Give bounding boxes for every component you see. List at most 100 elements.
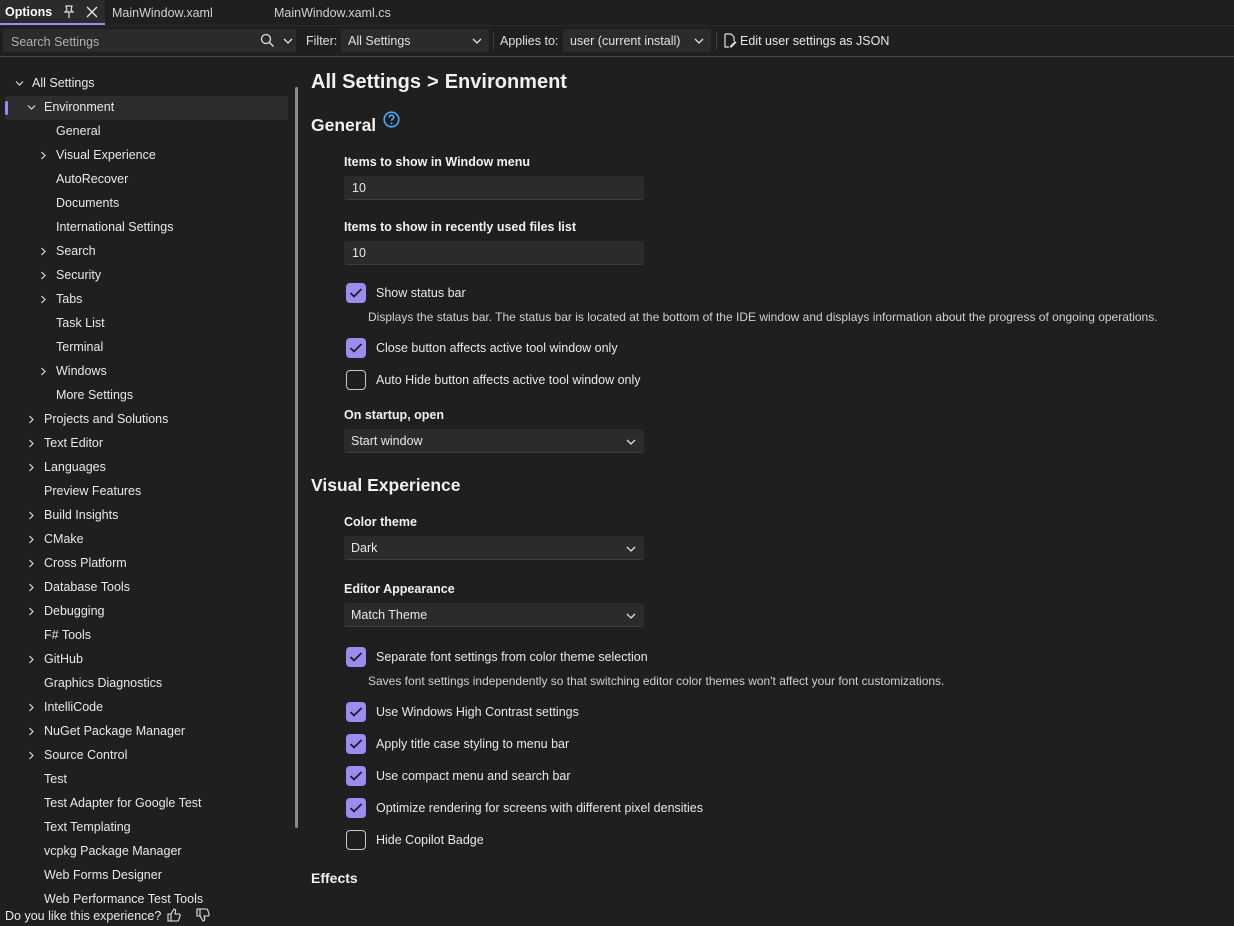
chevron-right-icon[interactable] [27, 607, 36, 616]
tree-item-web-forms-designer[interactable]: Web Forms Designer [44, 864, 162, 887]
thumbs-up-icon[interactable] [167, 908, 181, 922]
tree-item-security[interactable]: Security [56, 264, 101, 287]
tree-item-vcpkg-package-manager[interactable]: vcpkg Package Manager [44, 840, 182, 863]
search-input[interactable] [9, 32, 253, 51]
close-button-label[interactable]: Close button affects active tool window … [376, 341, 618, 355]
high-contrast-checkbox[interactable] [346, 702, 366, 722]
filter-dropdown[interactable]: All Settings [341, 29, 489, 52]
tab-options[interactable]: Options [0, 0, 105, 25]
pin-icon[interactable] [63, 5, 75, 19]
chevron-right-icon[interactable] [27, 439, 36, 448]
tree-item-test[interactable]: Test [44, 768, 67, 791]
chevron-right-icon[interactable] [27, 751, 36, 760]
tree-item-text-templating[interactable]: Text Templating [44, 816, 131, 839]
chevron-right-icon[interactable] [27, 727, 36, 736]
color-theme-dropdown[interactable]: Dark [344, 536, 644, 560]
recent-files-input[interactable] [350, 245, 634, 261]
tree-item-source-control[interactable]: Source Control [44, 744, 127, 767]
tree-item-task-list[interactable]: Task List [56, 312, 105, 335]
tree-item-build-insights[interactable]: Build Insights [44, 504, 118, 527]
tree-item-nuget-package-manager[interactable]: NuGet Package Manager [44, 720, 185, 743]
help-icon[interactable] [383, 111, 400, 128]
tab-mainwindow-xaml[interactable]: MainWindow.xaml [112, 0, 213, 25]
tree-item-documents[interactable]: Documents [56, 192, 119, 215]
tree-item-all-settings[interactable]: All Settings [32, 72, 95, 95]
tree-item-debugging[interactable]: Debugging [44, 600, 104, 623]
chevron-right-icon[interactable] [27, 511, 36, 520]
optimize-rendering-checkbox[interactable] [346, 798, 366, 818]
window-menu-field[interactable] [344, 176, 644, 200]
tree-item-search[interactable]: Search [56, 240, 96, 263]
compact-menu-checkbox[interactable] [346, 766, 366, 786]
auto-hide-label[interactable]: Auto Hide button affects active tool win… [376, 373, 641, 387]
close-button-checkbox[interactable] [346, 338, 366, 358]
chevron-right-icon[interactable] [27, 463, 36, 472]
chevron-right-icon[interactable] [39, 367, 48, 376]
optimize-rendering-label[interactable]: Optimize rendering for screens with diff… [376, 801, 703, 815]
filter-label: Filter: [306, 34, 338, 48]
title-case-checkbox[interactable] [346, 734, 366, 754]
chevron-right-icon[interactable] [39, 151, 48, 160]
separate-font-checkbox[interactable] [346, 647, 366, 667]
edit-json-button[interactable]: Edit user settings as JSON [723, 29, 889, 52]
high-contrast-label[interactable]: Use Windows High Contrast settings [376, 705, 579, 719]
tree-item-cross-platform[interactable]: Cross Platform [44, 552, 127, 575]
show-status-bar-label[interactable]: Show status bar [376, 286, 466, 300]
tree-item-terminal[interactable]: Terminal [56, 336, 103, 359]
tree-item-text-editor[interactable]: Text Editor [44, 432, 103, 455]
chevron-right-icon[interactable] [39, 295, 48, 304]
tree-item-languages[interactable]: Languages [44, 456, 106, 479]
search-options-chevron-icon[interactable] [282, 35, 294, 47]
tree-item-intellicode[interactable]: IntelliCode [44, 696, 103, 719]
search-icon[interactable] [260, 33, 275, 48]
thumbs-down-icon[interactable] [196, 908, 210, 922]
document-tab-bar: Options MainWindow.xaml MainWindow.xaml.… [0, 0, 1234, 26]
tree-item-cmake[interactable]: CMake [44, 528, 84, 551]
chevron-down-icon[interactable] [27, 103, 36, 112]
tree-item-web-performance-test-tools[interactable]: Web Performance Test Tools [44, 888, 203, 903]
tree-item-projects-and-solutions[interactable]: Projects and Solutions [44, 408, 168, 431]
checkmark-icon [349, 739, 363, 749]
tree-item-environment[interactable]: Environment [44, 96, 114, 119]
chevron-right-icon[interactable] [27, 655, 36, 664]
tree-item-visual-experience[interactable]: Visual Experience [56, 144, 156, 167]
tree-item-graphics-diagnostics[interactable]: Graphics Diagnostics [44, 672, 162, 695]
chevron-right-icon[interactable] [39, 247, 48, 256]
tree-item-github[interactable]: GitHub [44, 648, 83, 671]
chevron-right-icon[interactable] [27, 703, 36, 712]
title-case-label[interactable]: Apply title case styling to menu bar [376, 737, 569, 751]
tree-item-test-adapter-for-google-test[interactable]: Test Adapter for Google Test [44, 792, 202, 815]
editor-appearance-dropdown[interactable]: Match Theme [344, 603, 644, 627]
editor-appearance-value: Match Theme [351, 608, 428, 622]
tree-item-f-tools[interactable]: F# Tools [44, 624, 91, 647]
chevron-right-icon[interactable] [27, 559, 36, 568]
tree-item-general[interactable]: General [56, 120, 100, 143]
compact-menu-label[interactable]: Use compact menu and search bar [376, 769, 571, 783]
tree-item-more-settings[interactable]: More Settings [56, 384, 133, 407]
hide-copilot-label[interactable]: Hide Copilot Badge [376, 833, 484, 847]
startup-dropdown[interactable]: Start window [344, 429, 644, 453]
tree-item-database-tools[interactable]: Database Tools [44, 576, 130, 599]
applies-to-dropdown[interactable]: user (current install) [563, 29, 711, 52]
chevron-right-icon[interactable] [27, 415, 36, 424]
tree-scrollbar[interactable] [295, 87, 298, 828]
recent-files-field[interactable] [344, 241, 644, 265]
breadcrumb-root[interactable]: All Settings [311, 71, 421, 93]
chevron-right-icon[interactable] [39, 271, 48, 280]
show-status-bar-checkbox[interactable] [346, 283, 366, 303]
close-icon[interactable] [85, 5, 99, 19]
tree-item-international-settings[interactable]: International Settings [56, 216, 173, 239]
tab-mainwindow-xaml-cs[interactable]: MainWindow.xaml.cs [274, 0, 391, 25]
tree-item-tabs[interactable]: Tabs [56, 288, 82, 311]
chevron-right-icon[interactable] [27, 535, 36, 544]
hide-copilot-checkbox[interactable] [346, 830, 366, 850]
applies-to-label: Applies to: [500, 34, 559, 48]
chevron-right-icon[interactable] [27, 583, 36, 592]
tree-item-autorecover[interactable]: AutoRecover [56, 168, 128, 191]
tree-item-windows[interactable]: Windows [56, 360, 107, 383]
window-menu-input[interactable] [350, 180, 634, 196]
chevron-down-icon[interactable] [15, 79, 24, 88]
tree-item-preview-features[interactable]: Preview Features [44, 480, 141, 503]
separate-font-label[interactable]: Separate font settings from color theme … [376, 650, 648, 664]
auto-hide-checkbox[interactable] [346, 370, 366, 390]
